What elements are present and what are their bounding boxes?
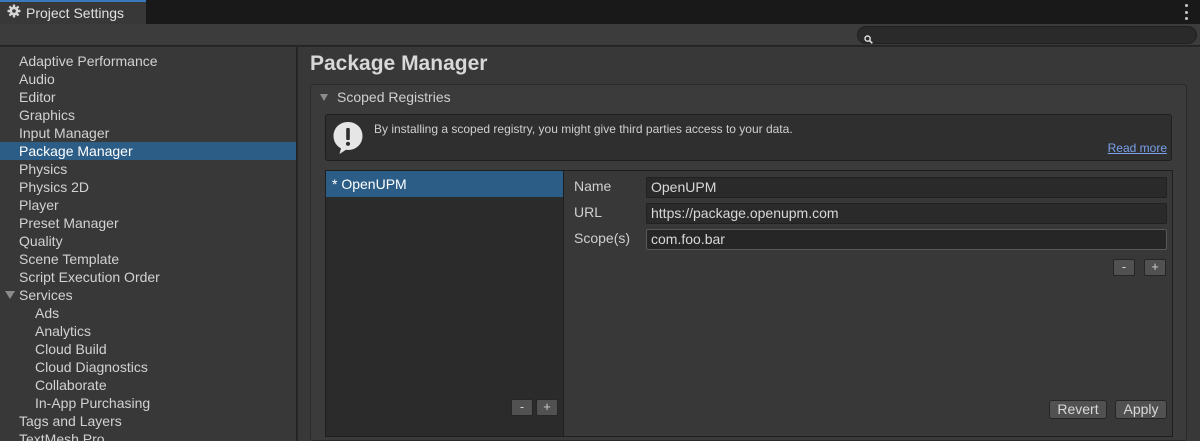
apply-button[interactable]: Apply — [1115, 400, 1167, 419]
warning-icon — [332, 121, 364, 160]
warning-text: By installing a scoped registry, you mig… — [374, 122, 793, 136]
registry-details: Name OpenUPM URL https://package.openupm… — [564, 170, 1173, 437]
sidebar-item-quality[interactable]: Quality — [0, 232, 296, 250]
sidebar-item-in-app-purchasing[interactable]: In-App Purchasing — [0, 394, 296, 412]
tab-title: Project Settings — [26, 5, 125, 21]
scoped-registries-section: Scoped Registries By installing a scoped… — [310, 84, 1187, 441]
url-label: URL — [574, 204, 603, 220]
sidebar-item-graphics[interactable]: Graphics — [0, 106, 296, 124]
sidebar-item-label: Services — [19, 287, 73, 303]
sidebar-item-analytics[interactable]: Analytics — [0, 322, 296, 340]
gear-icon — [7, 4, 21, 23]
main-panel: Package Manager Scoped Registries By ins… — [298, 47, 1200, 441]
title-tab-bar: Project Settings — [0, 0, 1200, 24]
sidebar-item-scene-template[interactable]: Scene Template — [0, 250, 296, 268]
sidebar-item-player[interactable]: Player — [0, 196, 296, 214]
sidebar-item-services[interactable]: Services — [0, 286, 296, 304]
search-input[interactable] — [857, 26, 1197, 44]
sidebar-item-tags-and-layers[interactable]: Tags and Layers — [0, 412, 296, 430]
sidebar-item-audio[interactable]: Audio — [0, 70, 296, 88]
section-header[interactable]: Scoped Registries — [311, 85, 1186, 109]
page-title: Package Manager — [310, 52, 488, 75]
list-item[interactable]: * OpenUPM — [326, 171, 563, 197]
toolbar — [0, 24, 1200, 46]
url-field[interactable]: https://package.openupm.com — [646, 203, 1167, 224]
remove-registry-button[interactable]: - — [511, 399, 533, 416]
sidebar-item-preset-manager[interactable]: Preset Manager — [0, 214, 296, 232]
sidebar-item-physics[interactable]: Physics — [0, 160, 296, 178]
sidebar-item-cloud-diagnostics[interactable]: Cloud Diagnostics — [0, 358, 296, 376]
add-scope-button[interactable]: + — [1144, 259, 1166, 276]
registry-list: * OpenUPM - + — [325, 170, 564, 437]
scopes-label: Scope(s) — [574, 230, 631, 246]
name-label: Name — [574, 178, 612, 194]
remove-scope-button[interactable]: - — [1113, 259, 1135, 276]
add-registry-button[interactable]: + — [536, 399, 558, 416]
sidebar-item-editor[interactable]: Editor — [0, 88, 296, 106]
sidebar-item-ads[interactable]: Ads — [0, 304, 296, 322]
warning-box: By installing a scoped registry, you mig… — [325, 114, 1172, 161]
sidebar-item-input-manager[interactable]: Input Manager — [0, 124, 296, 142]
revert-button[interactable]: Revert — [1049, 400, 1107, 419]
sidebar-item-package-manager[interactable]: Package Manager — [0, 142, 296, 160]
sidebar-item-textmesh-pro[interactable]: TextMesh Pro — [0, 430, 296, 441]
sidebar-item-physics-2d[interactable]: Physics 2D — [0, 178, 296, 196]
sidebar-item-collaborate[interactable]: Collaborate — [0, 376, 296, 394]
sidebar-item-script-execution-order[interactable]: Script Execution Order — [0, 268, 296, 286]
read-more-link[interactable]: Read more — [1108, 141, 1167, 155]
tab-project-settings[interactable]: Project Settings — [0, 0, 146, 24]
foldout-arrow-icon[interactable] — [320, 93, 328, 101]
scopes-field[interactable]: com.foo.bar — [646, 229, 1167, 250]
settings-sidebar: Adaptive Performance Audio Editor Graphi… — [0, 47, 297, 441]
sidebar-item-adaptive-performance[interactable]: Adaptive Performance — [0, 52, 296, 70]
sidebar-item-cloud-build[interactable]: Cloud Build — [0, 340, 296, 358]
name-field[interactable]: OpenUPM — [646, 177, 1167, 198]
kebab-menu-icon[interactable] — [1184, 4, 1188, 20]
section-title: Scoped Registries — [337, 89, 451, 105]
foldout-arrow-icon[interactable] — [5, 291, 15, 299]
